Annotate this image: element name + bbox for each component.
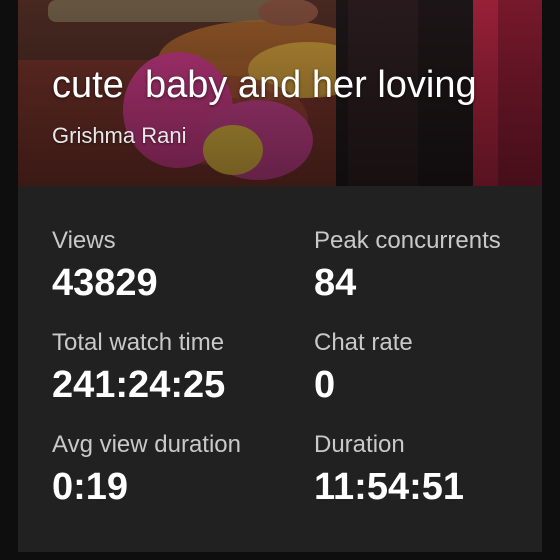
stat-label: Avg view duration bbox=[52, 431, 241, 458]
stat-label: Total watch time bbox=[52, 329, 225, 356]
stat-duration: Duration 11:54:51 bbox=[314, 430, 542, 510]
stat-total-watch-time: Total watch time 241:24:25 bbox=[52, 328, 282, 408]
stat-value: 84 bbox=[314, 262, 357, 304]
video-thumbnail[interactable]: cute baby and her loving Grishma Rani bbox=[18, 0, 542, 186]
stat-label: Peak concurrents bbox=[314, 227, 501, 254]
stream-stats-card: cute baby and her loving Grishma Rani Vi… bbox=[18, 0, 542, 552]
stat-label: Views bbox=[52, 227, 116, 254]
stat-chat-rate: Chat rate 0 bbox=[314, 328, 542, 408]
stats-grid: Views 43829 Peak concurrents 84 Total wa… bbox=[18, 186, 542, 552]
stat-value: 241:24:25 bbox=[52, 364, 226, 406]
stream-stats-screen: cute baby and her loving Grishma Rani Vi… bbox=[0, 0, 560, 560]
stat-value: 0:19 bbox=[52, 466, 129, 508]
stat-avg-view-duration: Avg view duration 0:19 bbox=[52, 430, 282, 510]
stat-peak-concurrents: Peak concurrents 84 bbox=[314, 226, 542, 306]
stat-views: Views 43829 bbox=[52, 226, 282, 306]
stat-value: 43829 bbox=[52, 262, 158, 304]
stat-label: Duration bbox=[314, 431, 405, 458]
stat-value: 11:54:51 bbox=[314, 466, 465, 508]
channel-name: Grishma Rani bbox=[52, 123, 187, 148]
stat-label: Chat rate bbox=[314, 329, 413, 356]
stat-value: 0 bbox=[314, 364, 336, 406]
video-title: cute baby and her loving bbox=[52, 64, 477, 106]
